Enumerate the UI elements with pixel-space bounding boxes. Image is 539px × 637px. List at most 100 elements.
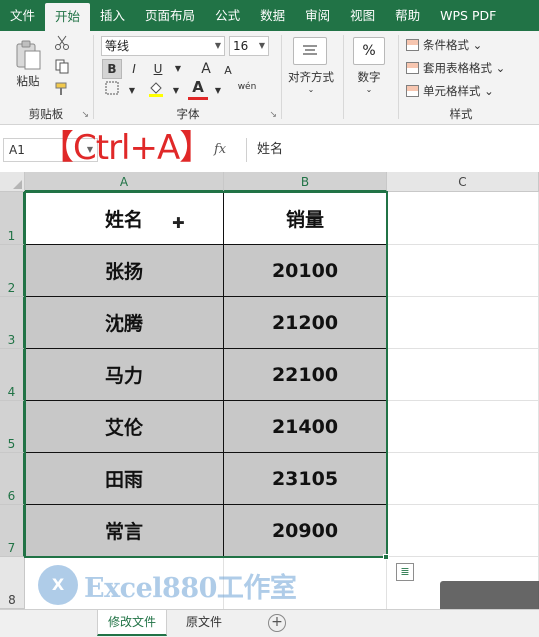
grow-font-button[interactable]: A	[196, 59, 216, 79]
group-clipboard: 粘贴 剪贴板 ↘	[0, 31, 92, 125]
chevron-down-icon: ▼	[214, 41, 221, 50]
table-header-sales[interactable]: 销量	[224, 192, 387, 245]
format-painter-icon[interactable]	[54, 81, 70, 97]
table-cell[interactable]: 艾伦	[25, 401, 224, 453]
group-label-font: 字体	[176, 107, 200, 121]
fill-dropdown-icon[interactable]: ▼	[166, 81, 186, 101]
italic-button[interactable]: I	[124, 59, 144, 79]
ribbon-tab-bar: 文件 开始 插入 页面布局 公式 数据 审阅 视图 帮助 WPS PDF	[0, 0, 539, 31]
group-font: 等线 ▼ 16 ▼ B I U ▼ A A ▼ ▼ A ▼ wén 字体 ↘	[96, 31, 280, 125]
tab-insert[interactable]: 插入	[90, 0, 135, 31]
tab-page-layout[interactable]: 页面布局	[135, 0, 205, 31]
underline-dropdown-icon[interactable]: ▼	[168, 59, 188, 79]
conditional-format-icon	[406, 39, 419, 51]
cut-icon[interactable]	[54, 35, 70, 51]
font-size-select[interactable]: 16 ▼	[229, 36, 269, 56]
row-header-2[interactable]: 2	[0, 245, 25, 297]
chevron-down-icon: ⌄	[307, 85, 315, 94]
fill-handle[interactable]	[383, 554, 389, 560]
table-cell[interactable]: 23105	[224, 453, 387, 505]
font-name-select[interactable]: 等线 ▼	[101, 36, 225, 56]
group-styles: 条件格式 ⌄ 套用表格格式 ⌄ 单元格样式 ⌄ 样式	[406, 31, 539, 125]
add-sheet-icon[interactable]: +	[268, 614, 286, 632]
ribbon-home: 粘贴 剪贴板 ↘ 等线 ▼ 16 ▼ B I U ▼ A A ▼ ▼ A ▼ w…	[0, 31, 539, 125]
formula-input[interactable]: 姓名	[246, 138, 536, 162]
conditional-format-label: 条件格式	[423, 38, 469, 52]
row-header-1[interactable]: 1	[0, 192, 25, 245]
paste-icon[interactable]	[12, 39, 44, 71]
watermark: X Excel880工作室	[38, 565, 297, 605]
table-cell[interactable]: 20900	[224, 505, 387, 557]
row-header-3[interactable]: 3	[0, 297, 25, 349]
group-label-styles: 样式	[449, 107, 473, 121]
row-header-4[interactable]: 4	[0, 349, 25, 401]
tab-home[interactable]: 开始	[45, 3, 91, 31]
cell-styles-button[interactable]: 单元格样式 ⌄	[406, 81, 494, 101]
paste-button[interactable]: 粘贴	[12, 73, 44, 89]
group-number[interactable]: % 数字 ⌄	[345, 31, 395, 125]
chevron-down-icon: ▼	[258, 41, 265, 50]
row-header-7[interactable]: 7	[0, 505, 25, 557]
column-header-b[interactable]: B	[224, 172, 387, 192]
table-cell[interactable]: 沈腾	[25, 297, 224, 349]
format-as-table-label: 套用表格格式	[423, 61, 492, 75]
table-cell[interactable]: 张扬	[25, 245, 224, 297]
sheet-tab-modified[interactable]: 修改文件	[97, 610, 168, 636]
watermark-logo-icon: X	[38, 565, 78, 605]
format-as-table-icon	[406, 62, 419, 74]
tab-data[interactable]: 数据	[250, 0, 295, 31]
sheet-tab-original[interactable]: 原文件	[176, 610, 232, 636]
table-cell[interactable]: 20100	[224, 245, 387, 297]
bold-button[interactable]: B	[102, 59, 122, 79]
row-header-5[interactable]: 5	[0, 401, 25, 453]
border-dropdown-icon[interactable]: ▼	[122, 81, 142, 101]
phonetic-button[interactable]: wén	[234, 77, 260, 97]
tab-review[interactable]: 审阅	[295, 0, 340, 31]
format-as-table-button[interactable]: 套用表格格式 ⌄	[406, 58, 505, 78]
number-button-label: 数字	[357, 70, 381, 84]
table-header-name[interactable]: 姓名	[25, 192, 224, 245]
table-cell[interactable]: 马力	[25, 349, 224, 401]
table-cell[interactable]: 22100	[224, 349, 387, 401]
clipboard-launcher-icon[interactable]: ↘	[81, 110, 89, 120]
copy-icon[interactable]	[54, 58, 70, 74]
tab-view[interactable]: 视图	[340, 0, 385, 31]
column-header-c[interactable]: C	[387, 172, 539, 192]
cell-cursor-icon: ✚	[172, 214, 185, 232]
hotkey-overlay: 【Ctrl+A】	[40, 128, 213, 168]
excel-window: 文件 开始 插入 页面布局 公式 数据 审阅 视图 帮助 WPS PDF 粘贴	[0, 0, 539, 637]
fill-color-icon[interactable]	[146, 81, 166, 101]
chevron-down-icon: ⌄	[365, 85, 373, 94]
font-launcher-icon[interactable]: ↘	[269, 110, 277, 120]
font-color-button[interactable]: A	[188, 79, 208, 100]
row-header-8[interactable]: 8	[0, 557, 25, 609]
table-cell[interactable]: 21400	[224, 401, 387, 453]
table-cell[interactable]: 21200	[224, 297, 387, 349]
quick-analysis-icon[interactable]: ≣	[396, 563, 414, 581]
row-header-6[interactable]: 6	[0, 453, 25, 505]
watermark-text: Excel880工作室	[84, 572, 297, 604]
cell-styles-icon	[406, 85, 419, 97]
table-cell[interactable]: 常言	[25, 505, 224, 557]
font-size-value: 16	[233, 39, 249, 53]
column-header-a[interactable]: A	[25, 172, 224, 192]
group-label-clipboard: 剪贴板	[28, 107, 64, 121]
align-icon	[293, 37, 327, 65]
font-color-dropdown-icon[interactable]: ▼	[208, 81, 228, 101]
table-cell[interactable]: 田雨	[25, 453, 224, 505]
tab-file[interactable]: 文件	[0, 0, 45, 31]
select-all-corner[interactable]	[0, 172, 25, 192]
sheet-tab-bar: 修改文件 原文件 +	[0, 609, 539, 637]
border-icon[interactable]	[102, 81, 122, 101]
name-box-value: A1	[9, 143, 25, 157]
alignment-button-label: 对齐方式	[288, 70, 334, 84]
font-name-value: 等线	[105, 39, 130, 53]
tab-wps-pdf[interactable]: WPS PDF	[430, 0, 506, 31]
conditional-format-button[interactable]: 条件格式 ⌄	[406, 35, 482, 55]
percent-icon: %	[353, 37, 385, 65]
group-alignment[interactable]: 对齐方式 ⌄	[283, 31, 343, 125]
tab-formulas[interactable]: 公式	[205, 0, 250, 31]
underline-button[interactable]: U	[148, 59, 168, 79]
function-icon[interactable]: fx	[214, 142, 226, 157]
tab-help[interactable]: 帮助	[385, 0, 430, 31]
